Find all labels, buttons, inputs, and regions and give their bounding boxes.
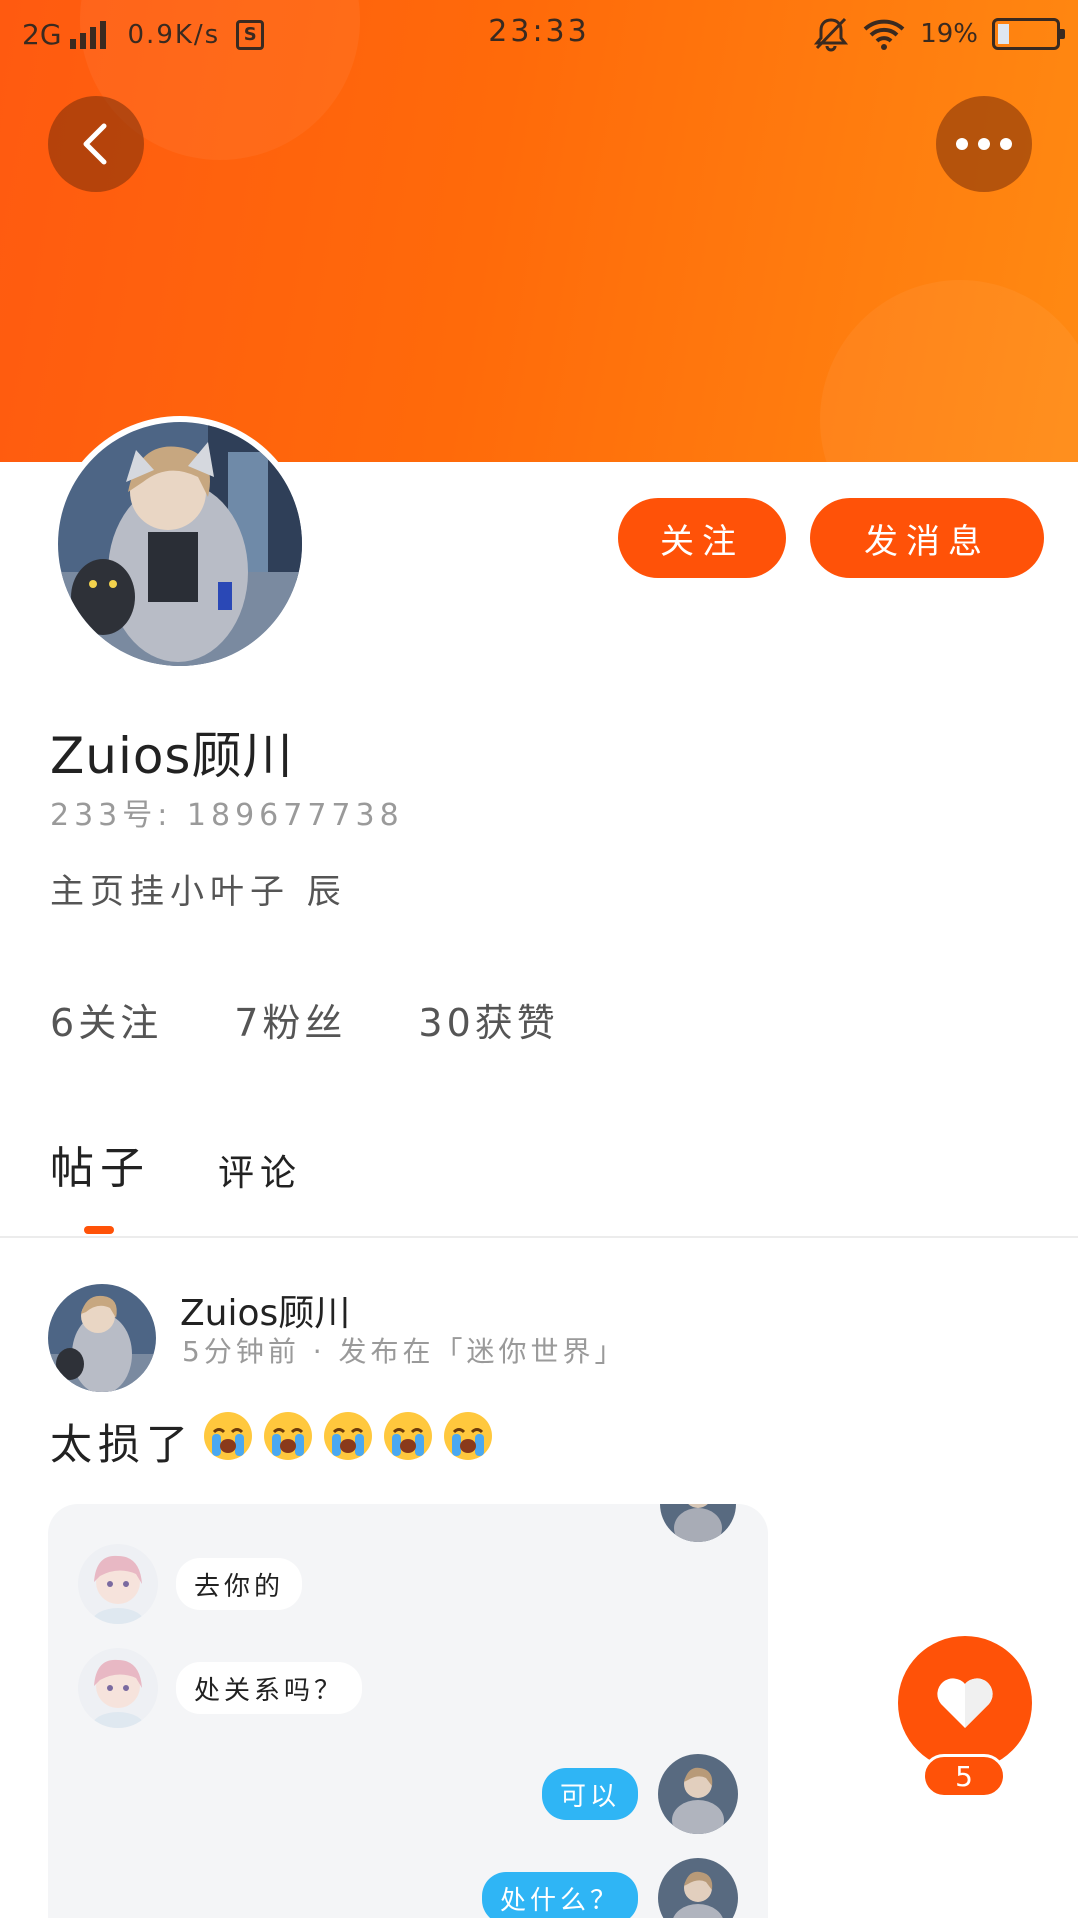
emoji-row [194,1410,494,1472]
send-message-button[interactable]: 发消息 [810,498,1044,578]
profile-bio: 主页挂小叶子 辰 [50,872,347,912]
chat-message-right: 处什么？ [481,1858,738,1918]
stat-label: 获赞 [474,1001,559,1045]
chat-avatar-girl [78,1544,158,1624]
chat-avatar-peek [660,1504,736,1542]
battery-fill [998,24,1009,44]
chat-bubble: 处关系吗？ [176,1662,363,1714]
crying-face-icon [262,1410,314,1462]
avatar-image [48,1284,156,1392]
tab-divider [0,1236,1078,1238]
wifi-icon [862,17,906,51]
avatar-image [58,422,302,666]
chat-avatar-girl [78,1648,158,1728]
bell-muted-icon [814,16,849,52]
status-right: 19% [814,16,1065,52]
like-count: 5 [922,1754,1006,1798]
chat-bubble: 可以 [541,1768,638,1820]
banner-decoration [820,280,1078,462]
tab-posts[interactable]: 帖子 [50,1132,150,1196]
profile-avatar[interactable] [52,416,308,672]
battery-icon [992,18,1065,50]
profile-id: 233号: 189677738 [50,798,404,833]
heart-icon [937,1678,993,1728]
stat-label: 粉丝 [262,1001,347,1045]
chat-bubble: 去你的 [176,1558,303,1610]
profile-tabs: 帖子 评论 [50,1132,302,1196]
post-author-name[interactable]: Zuios顾川 [180,1284,350,1336]
stat-likes[interactable]: 30获赞 [418,992,558,1047]
post-image[interactable]: 去你的 处关系吗？ 可以 处什么？ [48,1504,768,1918]
post-author-avatar[interactable] [48,1284,156,1392]
profile-stats: 6关注 7粉丝 30获赞 [50,992,559,1047]
chat-message-right: 可以 [541,1754,738,1834]
stat-label: 关注 [78,1001,163,1045]
chat-message-left: 去你的 [78,1544,303,1624]
follow-button[interactable]: 关注 [618,498,786,578]
more-dots-icon [956,138,1012,150]
crying-face-icon [202,1410,254,1462]
battery-percent: 19% [920,19,978,49]
back-button[interactable] [48,96,144,192]
crying-face-icon [442,1410,494,1462]
profile-name: Zuios顾川 [50,727,294,785]
chat-message-left: 处关系吗？ [78,1648,363,1728]
stat-count: 6 [50,1001,79,1045]
tab-comments[interactable]: 评论 [218,1144,302,1196]
status-bar: 2G 0.9K/s S 23:33 19% [0,0,1078,70]
like-button[interactable] [898,1636,1032,1770]
tab-indicator [84,1226,114,1234]
post-text-content: 太损了 [50,1419,195,1469]
post-meta: 5分钟前 · 发布在「迷你世界」 [182,1335,627,1368]
chat-bubble: 处什么？ [481,1872,638,1918]
chat-avatar-boy [658,1754,738,1834]
stat-following[interactable]: 6关注 [50,992,162,1047]
stat-followers[interactable]: 7粉丝 [234,992,346,1047]
crying-face-icon [322,1410,374,1462]
chevron-left-icon [83,123,107,165]
post-text: 太损了 [50,1410,494,1472]
stat-count: 30 [418,1001,475,1045]
crying-face-icon [382,1410,434,1462]
more-button[interactable] [936,96,1032,192]
stat-count: 7 [234,1001,263,1045]
chat-avatar-boy [658,1858,738,1918]
